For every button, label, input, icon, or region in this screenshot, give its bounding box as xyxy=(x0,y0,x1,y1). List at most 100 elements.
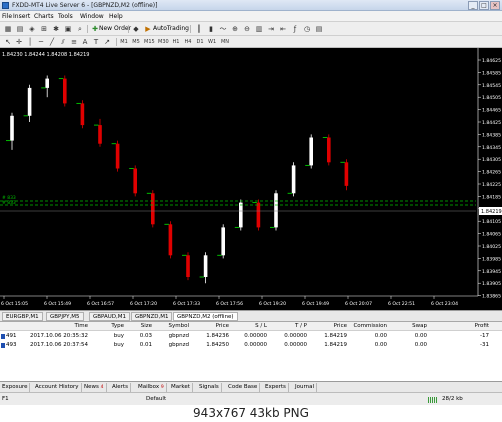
fibonacci-icon[interactable]: ≡ xyxy=(69,37,79,47)
tab-account-history[interactable]: Account History xyxy=(33,383,82,392)
period-h4-icon[interactable]: H4 xyxy=(184,37,192,47)
col-profit[interactable]: Profit xyxy=(475,323,489,329)
period-w1-icon[interactable]: W1 xyxy=(208,37,216,47)
col-sl[interactable]: S / L xyxy=(255,323,267,329)
templates-icon[interactable]: ▤ xyxy=(314,24,324,34)
zoom-out-icon[interactable]: ⊖ xyxy=(242,24,252,34)
col-time[interactable]: Time xyxy=(75,323,88,329)
trade-row[interactable]: 493 2017.10.06 20:37:54 buy 0.01 gbpnzd … xyxy=(0,341,502,350)
chart-tab-gbpnzd-m1[interactable]: GBPNZD,M1 xyxy=(131,312,173,321)
tile-windows-icon[interactable]: ▥ xyxy=(254,24,264,34)
col-swap[interactable]: Swap xyxy=(412,323,427,329)
time-axis: 6 Oct 15:05 6 Oct 15:49 6 Oct 16:57 6 Oct 1… xyxy=(1,296,458,307)
indicators-icon[interactable]: ƒ xyxy=(290,24,300,34)
chart-tab-eurgbp-m1[interactable]: EURGBP,M1 xyxy=(2,312,43,321)
vertical-line-icon[interactable]: │ xyxy=(25,37,35,47)
trade-row[interactable]: 491 2017.10.06 20:35:32 buy 0.03 gbpnzd … xyxy=(0,332,502,341)
order-open-price: 1.84250 xyxy=(206,342,229,348)
autotrading-button[interactable]: AutoTrading xyxy=(153,25,189,32)
price-tick-label: 1.84625 xyxy=(482,58,501,64)
menu-charts[interactable]: Charts xyxy=(34,13,54,20)
cursor-icon[interactable]: ↖ xyxy=(3,37,13,47)
drawing-toolbar: ↖ ✛ │ ─ ╱ ⫽ ≡ A T ↗ M1 M5 M15 M30 H1 H4 … xyxy=(0,36,502,48)
price-tick-label: 1.84105 xyxy=(482,219,501,225)
period-m30-icon[interactable]: M30 xyxy=(158,37,169,47)
bar-chart-icon[interactable]: ┃ xyxy=(194,24,204,34)
time-tick-label: 6 Oct 17:33 xyxy=(173,301,200,307)
bull-candle xyxy=(203,255,208,277)
tab-code-base[interactable]: Code Base xyxy=(226,383,261,392)
close-button[interactable]: × xyxy=(490,1,500,10)
tab-mailbox[interactable]: Mailbox 9 xyxy=(136,383,167,392)
period-m5-icon[interactable]: M5 xyxy=(132,37,140,47)
terminal-icon[interactable]: ▣ xyxy=(63,24,73,34)
chart-tab-gbpnzd-m2-offline[interactable]: GBPNZD,M2 (offline) xyxy=(173,312,238,321)
arrows-icon[interactable]: ↗ xyxy=(102,37,112,47)
zoom-in-icon[interactable]: ⊕ xyxy=(230,24,240,34)
price-tick-label: 1.84425 xyxy=(482,120,501,126)
bull-candle xyxy=(291,165,296,194)
period-h1-icon[interactable]: H1 xyxy=(172,37,180,47)
crosshair-icon[interactable]: ✛ xyxy=(14,37,24,47)
autoscroll-icon[interactable]: ⇥ xyxy=(266,24,276,34)
trendline-icon[interactable]: ╱ xyxy=(47,37,57,47)
chart-tab-gbpjpy-m5[interactable]: GBPJPY,M5 xyxy=(46,312,84,321)
tab-alerts[interactable]: Alerts xyxy=(110,383,131,392)
tab-news[interactable]: News 4 xyxy=(82,383,107,392)
bear-candle xyxy=(344,162,349,186)
price-tick-label: 1.84505 xyxy=(482,95,501,101)
tab-label: Exposure xyxy=(2,384,28,390)
col-tp[interactable]: T / P xyxy=(295,323,307,329)
menu-window[interactable]: Window xyxy=(80,13,104,20)
tab-journal[interactable]: Journal xyxy=(293,383,318,392)
col-commission[interactable]: Commission xyxy=(353,323,387,329)
bear-candle xyxy=(151,193,155,225)
line-chart-icon[interactable]: 〜 xyxy=(218,24,228,34)
strategy-tester-icon[interactable]: ⌕ xyxy=(75,24,85,34)
autotrading-icon[interactable]: ▶ xyxy=(143,24,153,34)
menu-insert[interactable]: Insert xyxy=(13,13,30,20)
new-chart-icon[interactable]: ▦ xyxy=(3,24,13,34)
horizontal-line-icon[interactable]: ─ xyxy=(36,37,46,47)
col-type[interactable]: Type xyxy=(111,323,124,329)
tab-label: Signals xyxy=(199,384,219,390)
tab-label: Mailbox xyxy=(138,384,160,390)
chart-window[interactable]: 1.84230 1.84244 1.84208 1.84219 # 833 # … xyxy=(0,48,502,310)
bull-candle xyxy=(221,227,225,256)
minimize-button[interactable]: _ xyxy=(468,1,478,10)
tab-market[interactable]: Market xyxy=(169,383,193,392)
profiles-icon[interactable]: ▤ xyxy=(15,24,25,34)
period-m15-icon[interactable]: M15 xyxy=(144,37,155,47)
col-price[interactable]: Price xyxy=(216,323,229,329)
label-tool-icon[interactable]: T xyxy=(91,37,101,47)
text-tool-icon[interactable]: A xyxy=(80,37,90,47)
chart-tab-gbpaud-m1[interactable]: GBPAUD,M1 xyxy=(89,312,131,321)
period-mn-icon[interactable]: MN xyxy=(220,37,230,47)
col-symbol[interactable]: Symbol xyxy=(169,323,190,329)
chart-shift-icon[interactable]: ⇤ xyxy=(278,24,288,34)
menu-file[interactable]: File xyxy=(2,13,12,20)
tab-signals[interactable]: Signals xyxy=(197,383,222,392)
market-watch-icon[interactable]: ◈ xyxy=(27,24,37,34)
new-order-button[interactable]: New Order xyxy=(99,25,131,32)
tab-exposure[interactable]: Exposure xyxy=(0,383,31,392)
col-current-price[interactable]: Price xyxy=(334,323,347,329)
periods-icon[interactable]: ◷ xyxy=(302,24,312,34)
order-icon xyxy=(1,343,5,348)
image-viewer-footer: 943x767 43kb PNG xyxy=(0,405,502,422)
menu-tools[interactable]: Tools xyxy=(58,13,73,20)
price-chart[interactable]: 1.84230 1.84244 1.84208 1.84219 # 833 # … xyxy=(0,48,502,310)
menu-help[interactable]: Help xyxy=(109,13,123,20)
channel-icon[interactable]: ⫽ xyxy=(58,37,68,47)
tab-experts[interactable]: Experts xyxy=(263,383,289,392)
col-size[interactable]: Size xyxy=(141,323,152,329)
status-profile: Default xyxy=(146,396,167,402)
maximize-button[interactable]: □ xyxy=(479,1,489,10)
candlestick-icon[interactable]: ▮ xyxy=(206,24,216,34)
navigator-icon[interactable]: ✱ xyxy=(51,24,61,34)
candles-layer xyxy=(6,75,349,284)
period-d1-icon[interactable]: D1 xyxy=(196,37,204,47)
period-m1-icon[interactable]: M1 xyxy=(120,37,128,47)
metaeditor-icon[interactable]: ◆ xyxy=(131,24,141,34)
data-window-icon[interactable]: ⊞ xyxy=(39,24,49,34)
